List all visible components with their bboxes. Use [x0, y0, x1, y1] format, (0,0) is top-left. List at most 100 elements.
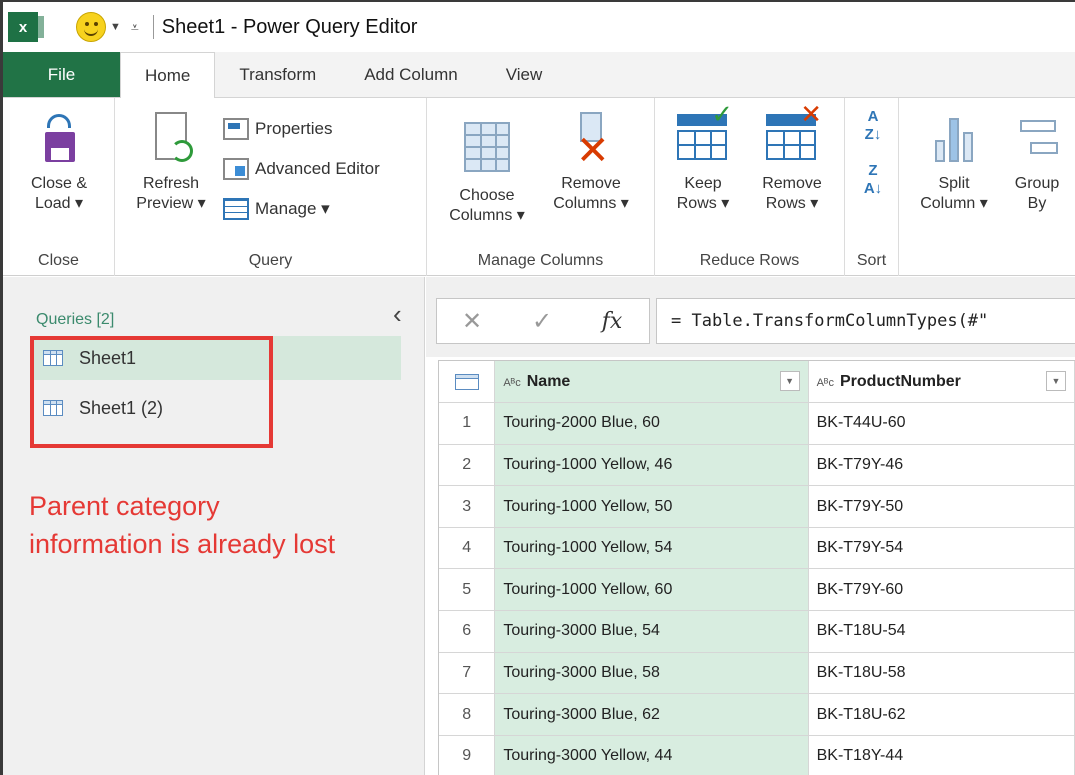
manage-icon — [223, 198, 249, 220]
refresh-preview-line2: Preview ▾ — [136, 195, 206, 212]
formula-input[interactable]: = Table.TransformColumnTypes(#" — [656, 298, 1075, 344]
choose-columns-line1: Choose — [459, 187, 515, 204]
title-bar: x ▼ ⩡ Sheet1 - Power Query Editor — [3, 2, 1075, 52]
row-number: 1 — [439, 402, 496, 445]
remove-columns-line1: Remove — [561, 175, 621, 192]
cell-name[interactable]: Touring-2000 Blue, 60 — [494, 402, 809, 445]
tab-file[interactable]: File — [3, 52, 120, 97]
tab-home[interactable]: Home — [120, 52, 216, 98]
annotation-text: Parent category information is already l… — [29, 487, 429, 563]
split-column-button[interactable]: Split Column ▾ — [911, 112, 997, 214]
advanced-editor-label: Advanced Editor — [255, 159, 380, 178]
tab-transform[interactable]: Transform — [215, 52, 340, 97]
table-menu-button[interactable] — [439, 361, 496, 404]
smiley-feedback-icon[interactable] — [76, 12, 106, 42]
column-header-label: ProductNumber — [840, 372, 961, 390]
group-by-line1: Group — [1014, 175, 1060, 192]
cell-name[interactable]: Touring-1000 Yellow, 46 — [494, 444, 809, 487]
choose-columns-button[interactable]: Choose Columns ▾ — [441, 112, 533, 226]
keep-rows-button[interactable]: ✓ Keep Rows ▾ — [663, 101, 743, 214]
row-number: 2 — [439, 444, 496, 487]
cell-name[interactable]: Touring-3000 Blue, 58 — [494, 652, 809, 695]
remove-rows-button[interactable]: ✕ Remove Rows ▾ — [747, 101, 837, 214]
confirm-icon[interactable]: ✓ — [507, 307, 577, 336]
table-header-row: Aᴮᴄ Name ▼ Aᴮᴄ ProductNumber ▼ — [439, 361, 1075, 404]
remove-rows-icon: ✕ — [764, 101, 822, 168]
group-label-query: Query — [248, 252, 293, 269]
text-type-icon[interactable]: Aᴮᴄ — [503, 377, 520, 389]
table-row[interactable]: 1 Touring-2000 Blue, 60 BK-T44U-60 — [439, 402, 1075, 445]
text-type-icon[interactable]: Aᴮᴄ — [817, 377, 834, 389]
group-transform: Split Column ▾ Group By — [899, 98, 1075, 276]
filter-dropdown-icon[interactable]: ▼ — [1046, 371, 1066, 391]
group-reduce-rows: ✓ Keep Rows ▾ ✕ Remove Rows ▾ Reduce Row… — [655, 98, 845, 276]
table-row[interactable]: 5 Touring-1000 Yellow, 60 BK-T79Y-60 — [439, 568, 1075, 612]
filter-dropdown-icon[interactable]: ▼ — [779, 371, 800, 391]
formula-bar: ✕ ✓ fx = Table.TransformColumnTypes(#" — [426, 277, 1075, 357]
tab-view[interactable]: View — [482, 52, 567, 97]
cell-productnumber[interactable]: BK-T79Y-60 — [808, 568, 1075, 612]
column-header-name[interactable]: Aᴮᴄ Name ▼ — [494, 361, 809, 404]
data-table: Aᴮᴄ Name ▼ Aᴮᴄ ProductNumber ▼ 1 Touring-20… — [439, 361, 1075, 775]
row-number: 5 — [439, 568, 496, 612]
table-row[interactable]: 6 Touring-3000 Blue, 54 BK-T18U-54 — [439, 610, 1075, 653]
data-grid: Aᴮᴄ Name ▼ Aᴮᴄ ProductNumber ▼ 1 Touring-20… — [438, 360, 1075, 775]
customize-toolbar-icon[interactable]: ⩡ — [131, 19, 139, 36]
manage-button[interactable]: Manage ▾ — [223, 198, 330, 220]
cell-name[interactable]: Touring-1000 Yellow, 60 — [494, 568, 809, 612]
title-separator — [152, 15, 154, 39]
table-row[interactable]: 7 Touring-3000 Blue, 58 BK-T18U-58 — [439, 652, 1075, 695]
choose-columns-icon — [464, 122, 510, 172]
properties-label: Properties — [255, 119, 333, 138]
cell-name[interactable]: Touring-3000 Blue, 62 — [494, 693, 809, 736]
cell-name[interactable]: Touring-3000 Blue, 54 — [494, 610, 809, 653]
cell-productnumber[interactable]: BK-T79Y-54 — [808, 527, 1075, 570]
choose-columns-line2: Columns ▾ — [449, 207, 525, 224]
group-label-sort: Sort — [856, 252, 887, 269]
table-row[interactable]: 9 Touring-3000 Yellow, 44 BK-T18Y-44 — [439, 735, 1075, 775]
remove-columns-icon: ✕ — [568, 112, 614, 171]
formula-buttons: ✕ ✓ fx — [436, 298, 650, 344]
cell-productnumber[interactable]: BK-T79Y-46 — [808, 444, 1075, 487]
group-by-button[interactable]: Group By — [1007, 112, 1067, 214]
table-row[interactable]: 2 Touring-1000 Yellow, 46 BK-T79Y-46 — [439, 444, 1075, 487]
ribbon-tabs: File Home Transform Add Column View — [3, 52, 1075, 98]
advanced-editor-button[interactable]: Advanced Editor — [223, 158, 380, 180]
cell-productnumber[interactable]: BK-T44U-60 — [808, 402, 1075, 445]
chevron-down-icon[interactable]: ▼ — [110, 21, 121, 33]
cancel-icon[interactable]: ✕ — [437, 307, 507, 336]
cell-productnumber[interactable]: BK-T18Y-44 — [808, 735, 1075, 775]
refresh-preview-button[interactable]: Refresh Preview ▾ — [123, 112, 219, 214]
cell-productnumber[interactable]: BK-T18U-54 — [808, 610, 1075, 653]
excel-icon: x — [8, 12, 44, 42]
column-header-productnumber[interactable]: Aᴮᴄ ProductNumber ▼ — [808, 361, 1075, 404]
close-and-load-line2: Load ▾ — [34, 195, 84, 212]
row-number: 6 — [439, 610, 496, 653]
sort-buttons[interactable]: A Z↓ Z A↓ — [859, 108, 887, 197]
cell-name[interactable]: Touring-3000 Yellow, 44 — [494, 735, 809, 775]
group-sort: A Z↓ Z A↓ Sort — [845, 98, 899, 276]
cell-name[interactable]: Touring-1000 Yellow, 50 — [494, 485, 809, 528]
cell-name[interactable]: Touring-1000 Yellow, 54 — [494, 527, 809, 570]
split-column-line1: Split — [938, 175, 970, 192]
close-and-load-button[interactable]: Close & Load ▾ — [13, 112, 105, 214]
cell-productnumber[interactable]: BK-T18U-62 — [808, 693, 1075, 736]
table-row[interactable]: 8 Touring-3000 Blue, 62 BK-T18U-62 — [439, 693, 1075, 736]
cell-productnumber[interactable]: BK-T79Y-50 — [808, 485, 1075, 528]
table-row[interactable]: 4 Touring-1000 Yellow, 54 BK-T79Y-54 — [439, 527, 1075, 570]
table-row[interactable]: 3 Touring-1000 Yellow, 50 BK-T79Y-50 — [439, 485, 1075, 528]
refresh-icon — [149, 112, 193, 168]
fx-icon[interactable]: fx — [577, 309, 647, 334]
collapse-pane-icon[interactable]: ‹ — [393, 299, 402, 330]
highlight-box — [30, 336, 273, 448]
properties-icon — [223, 118, 249, 140]
tab-add-column[interactable]: Add Column — [340, 52, 482, 97]
cell-productnumber[interactable]: BK-T18U-58 — [808, 652, 1075, 695]
remove-rows-line1: Remove — [762, 175, 822, 192]
split-column-icon — [929, 112, 979, 168]
split-column-line2: Column ▾ — [920, 195, 988, 212]
close-and-load-line1: Close & — [30, 175, 88, 192]
remove-columns-button[interactable]: ✕ Remove Columns ▾ — [539, 112, 643, 214]
properties-button[interactable]: Properties — [223, 118, 332, 140]
row-number: 9 — [439, 735, 496, 775]
